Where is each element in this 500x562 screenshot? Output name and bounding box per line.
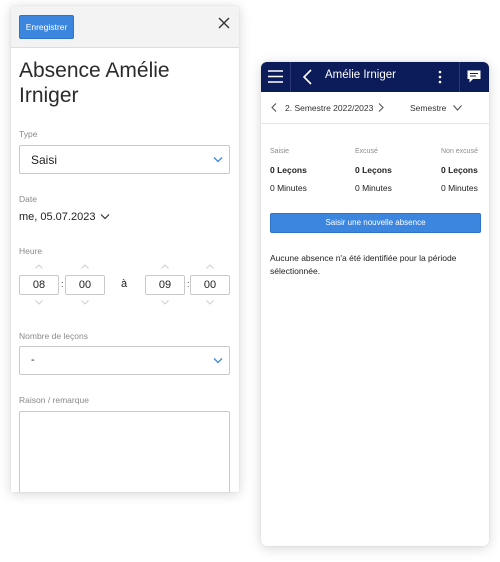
- time-label: Heure: [19, 246, 43, 256]
- type-select[interactable]: Saisi: [19, 145, 230, 174]
- reason-textarea[interactable]: [19, 411, 230, 492]
- empty-state-message: Aucune absence n'a été identifiée pour l…: [270, 253, 457, 276]
- period-type-select[interactable]: Semestre: [410, 103, 446, 113]
- chevron-up-icon[interactable]: [161, 264, 169, 269]
- start-minute-input[interactable]: 00: [65, 275, 105, 295]
- stat-label-non-excuse: Non excusé: [441, 148, 478, 155]
- mobile-absences-view: Amélie Irniger 2. Semestre 2022/2023 Sem…: [261, 62, 489, 546]
- chat-bubble-icon[interactable]: [466, 69, 482, 84]
- chevron-down-icon[interactable]: [100, 213, 110, 220]
- chevron-left-icon[interactable]: [271, 103, 277, 112]
- stat-minutes-non-excuse: 0 Minutes: [441, 183, 478, 193]
- end-minute-input[interactable]: 00: [190, 275, 230, 295]
- stat-minutes-saisie: 0 Minutes: [270, 183, 307, 193]
- stat-lessons-saisie: 0 Leçons: [270, 165, 307, 175]
- topbar-title: Amélie Irniger: [325, 69, 396, 81]
- chevron-down-icon: [213, 157, 223, 163]
- form-header: Enregistrer: [11, 6, 239, 48]
- time-colon: :: [61, 279, 64, 289]
- stat-minutes-excuse: 0 Minutes: [355, 183, 392, 193]
- save-button[interactable]: Enregistrer: [19, 15, 74, 39]
- chevron-down-icon: [213, 358, 223, 364]
- chevron-down-icon[interactable]: [35, 300, 43, 305]
- stat-label-excuse: Excusé: [355, 148, 378, 155]
- chevron-right-icon[interactable]: [378, 103, 384, 112]
- start-hour-input[interactable]: 08: [19, 275, 59, 295]
- chevron-up-icon[interactable]: [81, 264, 89, 269]
- stat-lessons-non-excuse: 0 Leçons: [441, 165, 478, 175]
- stat-label-saisie: Saisie: [270, 148, 290, 155]
- app-topbar: Amélie Irniger: [261, 62, 489, 92]
- end-hour-input[interactable]: 09: [145, 275, 185, 295]
- hamburger-menu-icon[interactable]: [268, 69, 283, 84]
- chevron-left-icon[interactable]: [303, 69, 312, 85]
- absence-form-panel: Enregistrer Absence Amélie Irniger Type …: [11, 6, 239, 492]
- lessons-select[interactable]: -: [19, 346, 230, 375]
- type-select-value: Saisi: [31, 153, 58, 167]
- topbar-divider: [290, 62, 291, 92]
- chevron-down-icon[interactable]: [206, 300, 214, 305]
- page-title: Absence Amélie Irniger: [19, 59, 170, 107]
- time-separator: à: [121, 278, 128, 290]
- date-label: Date: [19, 194, 37, 204]
- lessons-select-value: -: [31, 354, 35, 366]
- topbar-divider: [459, 62, 460, 92]
- period-selector: 2. Semestre 2022/2023 Semestre: [261, 92, 489, 124]
- lessons-label: Nombre de leçons: [19, 331, 88, 341]
- chevron-down-icon[interactable]: [453, 105, 462, 111]
- reason-label: Raison / remarque: [19, 395, 89, 405]
- new-absence-button[interactable]: Saisir une nouvelle absence: [270, 213, 481, 233]
- chevron-down-icon[interactable]: [81, 300, 89, 305]
- close-icon[interactable]: [217, 16, 231, 30]
- more-vertical-icon[interactable]: [438, 70, 442, 84]
- stat-lessons-excuse: 0 Leçons: [355, 165, 392, 175]
- chevron-up-icon[interactable]: [206, 264, 214, 269]
- chevron-up-icon[interactable]: [35, 264, 43, 269]
- date-picker[interactable]: me, 05.07.2023: [19, 211, 95, 223]
- semester-value: 2. Semestre 2022/2023: [285, 103, 374, 113]
- chevron-down-icon[interactable]: [161, 300, 169, 305]
- type-label: Type: [19, 129, 38, 139]
